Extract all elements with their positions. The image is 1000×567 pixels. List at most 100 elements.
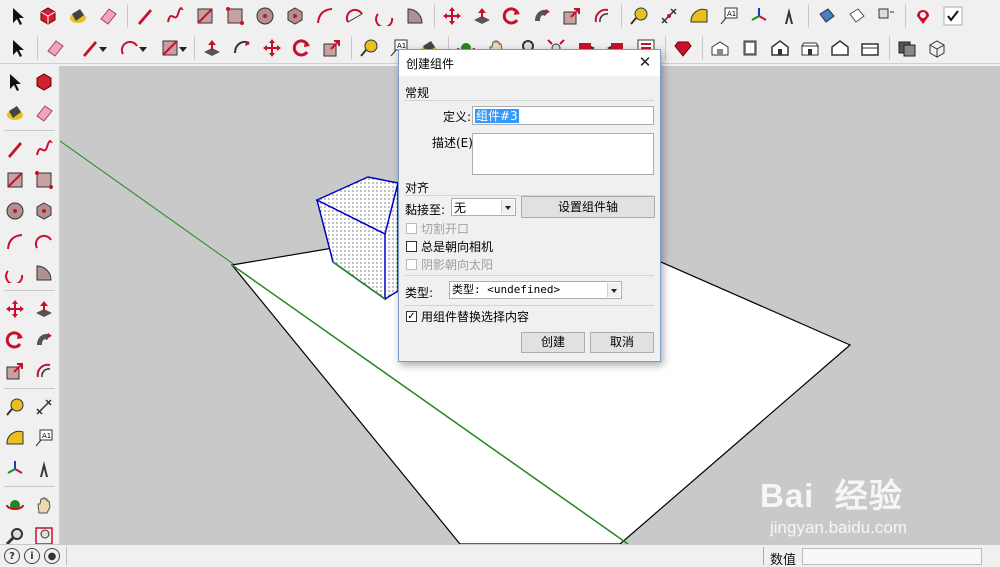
dimension-icon[interactable] xyxy=(31,393,58,421)
tape-measure-icon[interactable] xyxy=(2,393,29,421)
eraser-icon[interactable] xyxy=(31,99,58,127)
back-view-icon[interactable] xyxy=(826,34,854,62)
dimension-icon[interactable] xyxy=(655,2,683,30)
geo-location-icon[interactable]: ? xyxy=(4,548,20,564)
3d-text-icon[interactable] xyxy=(31,455,58,483)
protractor-icon[interactable] xyxy=(2,424,29,452)
eraser-icon[interactable] xyxy=(94,2,122,30)
arc-icon[interactable] xyxy=(111,34,149,62)
watermark-logo: Bai 经验 xyxy=(760,477,903,514)
paint-bucket-icon[interactable] xyxy=(2,99,29,127)
protractor-icon[interactable] xyxy=(685,2,713,30)
definition-field[interactable]: 组件#3 xyxy=(472,106,654,125)
iso-view-icon[interactable] xyxy=(706,34,734,62)
pie-icon[interactable] xyxy=(401,2,429,30)
create-button[interactable]: 创建 xyxy=(521,332,585,353)
offset-icon[interactable] xyxy=(588,2,616,30)
scale-icon[interactable] xyxy=(2,357,29,385)
select-arrow-icon[interactable] xyxy=(4,2,32,30)
description-field[interactable] xyxy=(472,133,654,175)
offset-icon[interactable] xyxy=(31,357,58,385)
info-icon[interactable]: i xyxy=(24,548,40,564)
pie-icon[interactable] xyxy=(31,259,58,287)
front-view-icon[interactable] xyxy=(766,34,794,62)
3d-text-icon[interactable] xyxy=(775,2,803,30)
right-view-icon[interactable] xyxy=(796,34,824,62)
circle-icon[interactable] xyxy=(2,197,29,225)
pencil-icon[interactable] xyxy=(131,2,159,30)
dialog-titlebar[interactable]: 创建组件 ✕ xyxy=(399,50,660,76)
text-icon[interactable]: A1 xyxy=(31,424,58,452)
section-display-icon[interactable] xyxy=(842,2,870,30)
rotated-rectangle-icon[interactable] xyxy=(221,2,249,30)
three-point-arc-icon[interactable] xyxy=(371,2,399,30)
rotate-icon[interactable] xyxy=(498,2,526,30)
follow-me-icon[interactable] xyxy=(31,326,58,354)
rectangle-icon[interactable] xyxy=(2,166,29,194)
rotated-rectangle-icon[interactable] xyxy=(31,166,58,194)
top-view-icon[interactable] xyxy=(736,34,764,62)
cancel-button[interactable]: 取消 xyxy=(590,332,654,353)
arc-icon[interactable] xyxy=(2,228,29,256)
x-ray-icon[interactable] xyxy=(893,34,921,62)
measurements-input[interactable] xyxy=(802,548,982,565)
follow-me-icon[interactable] xyxy=(228,34,256,62)
push-pull-icon[interactable] xyxy=(468,2,496,30)
arc-icon[interactable] xyxy=(311,2,339,30)
outliner-icon[interactable] xyxy=(872,2,900,30)
type-dropdown[interactable]: 类型: <undefined> xyxy=(449,281,622,299)
replace-selection-checkbox[interactable]: ✓ xyxy=(406,311,417,322)
axes-icon[interactable] xyxy=(745,2,773,30)
shadows-face-sun-checkbox[interactable] xyxy=(406,259,417,270)
circle-icon[interactable] xyxy=(251,2,279,30)
rotate-icon[interactable] xyxy=(2,326,29,354)
orbit-icon[interactable] xyxy=(2,491,29,519)
tape-measure-icon[interactable] xyxy=(355,34,383,62)
scale-icon[interactable] xyxy=(558,2,586,30)
wireframe-icon[interactable] xyxy=(923,34,951,62)
status-bar: ? i ● 数值 xyxy=(0,544,1000,567)
select-arrow-icon[interactable] xyxy=(4,34,32,62)
freehand-icon[interactable] xyxy=(31,135,58,163)
pencil-icon[interactable] xyxy=(71,34,109,62)
follow-me-icon[interactable] xyxy=(528,2,556,30)
eraser-icon[interactable] xyxy=(41,34,69,62)
left-view-icon[interactable] xyxy=(856,34,884,62)
move-icon[interactable] xyxy=(258,34,286,62)
watermark: Bai 经验 jingyan.baidu.com xyxy=(760,464,1000,544)
user-icon[interactable]: ● xyxy=(44,548,60,564)
polygon-icon[interactable] xyxy=(281,2,309,30)
set-component-axes-button[interactable]: 设置组件轴 xyxy=(521,196,655,218)
pan-icon[interactable] xyxy=(31,491,58,519)
pencil-icon[interactable] xyxy=(2,135,29,163)
axes-icon[interactable] xyxy=(2,455,29,483)
check-icon[interactable] xyxy=(939,2,967,30)
two-point-arc-icon[interactable] xyxy=(341,2,369,30)
move-icon[interactable] xyxy=(2,295,29,323)
glue-to-dropdown[interactable]: 无 xyxy=(451,198,516,216)
always-face-camera-checkbox[interactable] xyxy=(406,241,417,252)
always-face-camera-label: 总是朝向相机 xyxy=(421,240,494,254)
warehouse-icon[interactable] xyxy=(909,2,937,30)
paint-bucket-icon[interactable] xyxy=(64,2,92,30)
freehand-icon[interactable] xyxy=(161,2,189,30)
push-pull-icon[interactable] xyxy=(31,295,58,323)
close-icon[interactable]: ✕ xyxy=(637,54,653,70)
three-point-arc-icon[interactable] xyxy=(2,259,29,287)
rectangle-icon[interactable] xyxy=(191,2,219,30)
push-pull-icon[interactable] xyxy=(198,34,226,62)
rotate-icon[interactable] xyxy=(288,34,316,62)
two-point-arc-icon[interactable] xyxy=(31,228,58,256)
ruby-icon[interactable] xyxy=(669,34,697,62)
component-icon[interactable] xyxy=(34,2,62,30)
move-icon[interactable] xyxy=(438,2,466,30)
tape-measure-icon[interactable] xyxy=(625,2,653,30)
scale-icon[interactable] xyxy=(318,34,346,62)
text-icon[interactable]: A1 xyxy=(715,2,743,30)
rectangle-icon[interactable] xyxy=(151,34,189,62)
component-icon[interactable] xyxy=(31,68,58,96)
select-arrow-icon[interactable] xyxy=(2,68,29,96)
polygon-icon[interactable] xyxy=(31,197,58,225)
cut-opening-checkbox[interactable] xyxy=(406,223,417,234)
section-plane-icon[interactable] xyxy=(812,2,840,30)
